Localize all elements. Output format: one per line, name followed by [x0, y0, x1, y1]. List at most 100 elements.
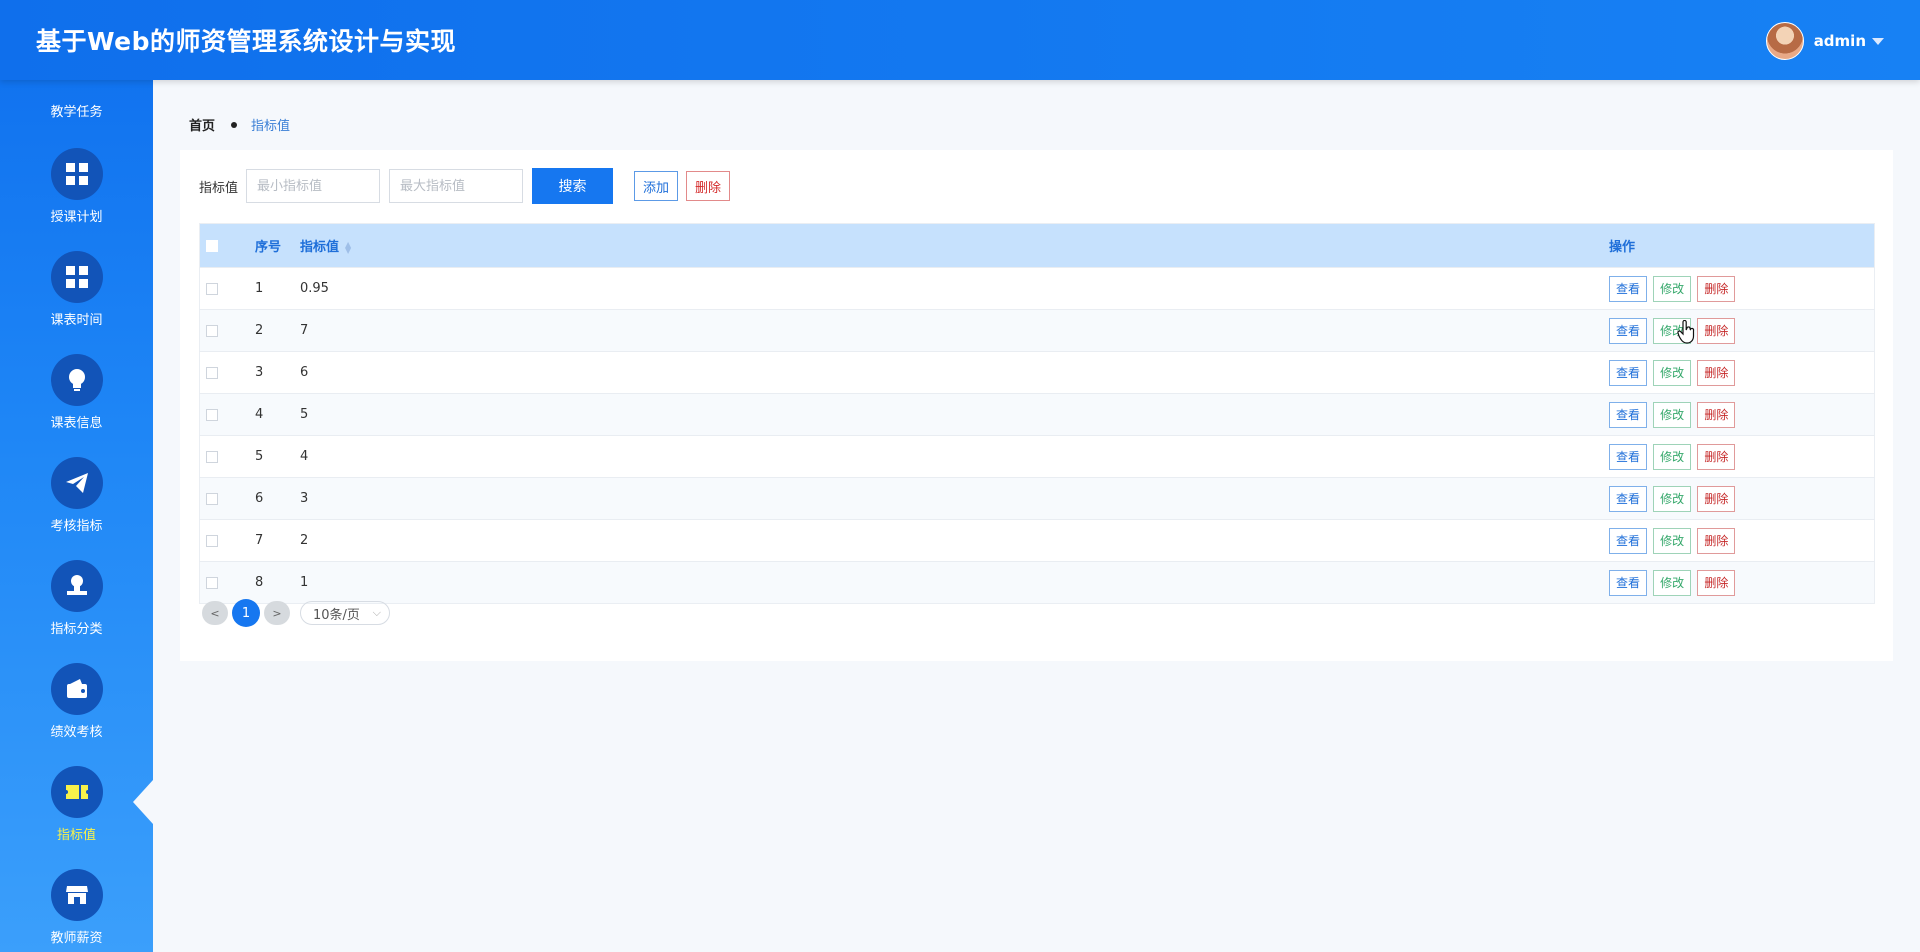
- sidebar-item-label: 课表时间: [50, 313, 103, 328]
- row-checkbox[interactable]: [206, 450, 218, 463]
- max-value-input[interactable]: [389, 169, 524, 203]
- table-row: 2 7 查看 修改 删除: [199, 309, 1875, 352]
- sidebar-item-teaching-plan[interactable]: 授课计划: [0, 148, 153, 225]
- sort-icon[interactable]: ▲ ▼: [345, 240, 351, 254]
- row-no: 4: [255, 393, 300, 436]
- edit-button[interactable]: 修改: [1653, 443, 1692, 470]
- table-header-row: 序号 指标值 ▲ ▼ 操作: [199, 223, 1875, 268]
- next-page-button[interactable]: >: [264, 601, 290, 625]
- search-button[interactable]: 搜索: [532, 168, 614, 204]
- sidebar-item-teaching-task[interactable]: 教学任务: [0, 101, 153, 120]
- view-button[interactable]: 查看: [1609, 569, 1648, 596]
- table-row: 6 3 查看 修改 删除: [199, 477, 1875, 520]
- row-checkbox[interactable]: [206, 576, 218, 589]
- edit-button[interactable]: 修改: [1653, 485, 1692, 512]
- edit-button[interactable]: 修改: [1653, 359, 1692, 386]
- active-indicator: [133, 780, 153, 824]
- sidebar-item-label: 教师薪资: [50, 931, 103, 946]
- view-button[interactable]: 查看: [1609, 401, 1648, 428]
- row-value: 4: [300, 435, 1609, 478]
- delete-button[interactable]: 删除: [1697, 485, 1736, 512]
- table-row: 5 4 查看 修改 删除: [199, 435, 1875, 478]
- sidebar-item-schedule-time[interactable]: 课表时间: [0, 251, 153, 328]
- delete-button[interactable]: 删除: [1697, 401, 1736, 428]
- sidebar-item-assessment-index[interactable]: 考核指标: [0, 457, 153, 534]
- delete-button[interactable]: 删除: [1697, 443, 1736, 470]
- page-size-value: 10条/页: [313, 607, 360, 623]
- sidebar-item-label: 考核指标: [50, 519, 103, 534]
- row-value: 5: [300, 393, 1609, 436]
- breadcrumb: 首页 指标值: [189, 115, 290, 134]
- ticket-icon: [50, 766, 103, 818]
- view-button[interactable]: 查看: [1609, 275, 1648, 302]
- row-value: 0.95: [300, 267, 1609, 310]
- delete-button[interactable]: 删除: [1697, 359, 1736, 386]
- row-value: 1: [300, 561, 1609, 604]
- row-checkbox[interactable]: [206, 492, 218, 505]
- sidebar-item-performance[interactable]: 绩效考核: [0, 663, 153, 740]
- hand-cursor-icon: [1677, 320, 1695, 344]
- select-all-checkbox[interactable]: [206, 239, 218, 252]
- page-1-button[interactable]: 1: [232, 599, 260, 627]
- page-size-select[interactable]: 10条/页 ⌵: [300, 601, 390, 625]
- delete-button[interactable]: 删除: [1697, 527, 1736, 554]
- view-button[interactable]: 查看: [1609, 317, 1648, 344]
- breadcrumb-current: 指标值: [251, 119, 291, 134]
- avatar[interactable]: [1765, 22, 1804, 60]
- view-button[interactable]: 查看: [1609, 485, 1648, 512]
- row-checkbox[interactable]: [206, 324, 218, 337]
- store-icon: [50, 869, 103, 921]
- row-checkbox[interactable]: [206, 366, 218, 379]
- row-no: 1: [255, 267, 300, 310]
- row-no: 6: [255, 477, 300, 520]
- row-value: 7: [300, 309, 1609, 352]
- row-value: 6: [300, 351, 1609, 394]
- min-value-input[interactable]: [246, 169, 381, 203]
- table-row: 1 0.95 查看 修改 删除: [199, 267, 1875, 310]
- view-button[interactable]: 查看: [1609, 443, 1648, 470]
- sidebar-item-label: 指标分类: [50, 622, 103, 637]
- edit-button[interactable]: 修改: [1653, 275, 1692, 302]
- row-checkbox[interactable]: [206, 408, 218, 421]
- delete-button[interactable]: 删除: [1697, 275, 1736, 302]
- row-checkbox[interactable]: [206, 282, 218, 295]
- chevron-down-icon[interactable]: [1872, 37, 1884, 45]
- sidebar-item-label: 教学任务: [50, 105, 103, 120]
- lightbulb-icon: [50, 354, 103, 406]
- edit-button[interactable]: 修改: [1653, 401, 1692, 428]
- breadcrumb-home[interactable]: 首页: [189, 115, 215, 134]
- grid-icon: [50, 148, 103, 200]
- row-actions: 查看 修改 删除: [1609, 561, 1875, 604]
- sidebar-item-label: 绩效考核: [50, 725, 103, 740]
- view-button[interactable]: 查看: [1609, 527, 1648, 554]
- add-button[interactable]: 添加: [634, 171, 679, 201]
- row-actions: 查看 修改 删除: [1609, 393, 1875, 436]
- table-row: 3 6 查看 修改 删除: [199, 351, 1875, 394]
- username[interactable]: admin: [1814, 32, 1866, 50]
- row-no: 7: [255, 519, 300, 562]
- chevron-down-icon: ⌵: [372, 606, 381, 619]
- sidebar-item-index-category[interactable]: 指标分类: [0, 560, 153, 637]
- prev-page-button[interactable]: <: [202, 601, 228, 625]
- row-actions: 查看 修改 删除: [1609, 309, 1875, 352]
- delete-button[interactable]: 删除: [1697, 569, 1736, 596]
- row-actions: 查看 修改 删除: [1609, 267, 1875, 310]
- user-menu[interactable]: admin: [1765, 22, 1884, 60]
- row-actions: 查看 修改 删除: [1609, 519, 1875, 562]
- header-value[interactable]: 指标值 ▲ ▼: [300, 224, 1609, 268]
- sidebar-item-index-value[interactable]: 指标值: [0, 766, 153, 843]
- sidebar-item-schedule-info[interactable]: 课表信息: [0, 354, 153, 431]
- bulk-delete-button[interactable]: 删除: [686, 171, 731, 201]
- row-checkbox[interactable]: [206, 534, 218, 547]
- row-actions: 查看 修改 删除: [1609, 477, 1875, 520]
- sidebar-item-teacher-salary[interactable]: 教师薪资: [0, 869, 153, 946]
- view-button[interactable]: 查看: [1609, 359, 1648, 386]
- edit-button[interactable]: 修改: [1653, 527, 1692, 554]
- sidebar-item-label: 课表信息: [50, 416, 103, 431]
- delete-button[interactable]: 删除: [1697, 317, 1736, 344]
- row-no: 3: [255, 351, 300, 394]
- edit-button[interactable]: 修改: [1653, 569, 1692, 596]
- table-row: 8 1 查看 修改 删除: [199, 561, 1875, 604]
- search-bar: 指标值 搜索 添加 删除: [199, 168, 738, 204]
- row-no: 8: [255, 561, 300, 604]
